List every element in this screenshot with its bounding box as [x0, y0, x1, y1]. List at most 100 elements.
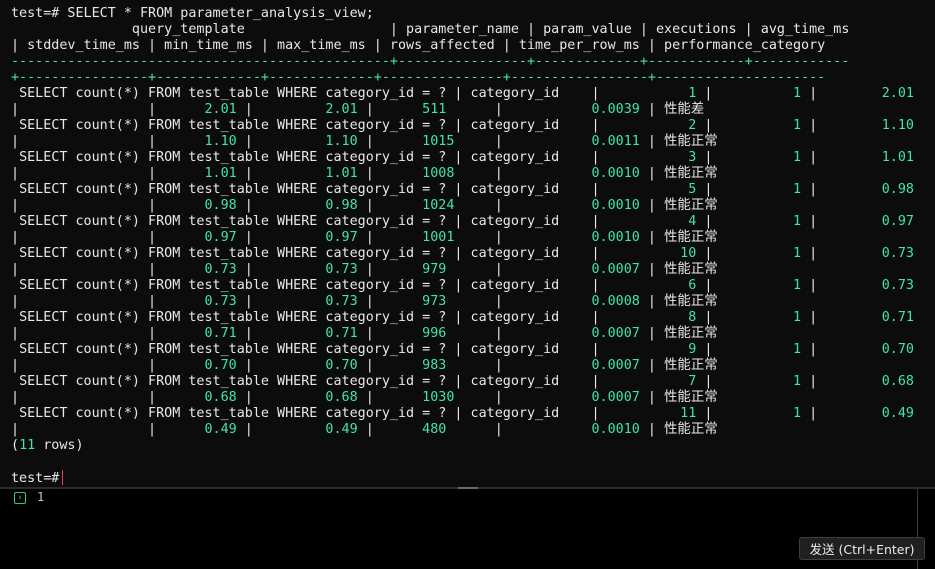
max-time-cell: 0.71: [325, 326, 358, 341]
header-divider-2: +----------------+-------------+--------…: [11, 70, 826, 85]
param-value-cell: 10: [680, 246, 697, 261]
time-per-row-cell: 0.0011: [591, 134, 640, 149]
max-time-cell: 0.70: [325, 358, 358, 373]
header-divider-1: ----------------------------------------…: [11, 54, 850, 69]
min-time-cell: 0.73: [204, 262, 237, 277]
table-row: SELECT count(*) FROM test_table WHERE ca…: [19, 182, 914, 197]
time-per-row-cell: 0.0010: [591, 230, 640, 245]
query-template-cell: SELECT count(*) FROM test_table WHERE ca…: [19, 150, 447, 165]
avg-time-cell: 0.73: [881, 246, 914, 261]
table-row-continuation: | | 0.68 | 0.68 | 1030 | 0.0007 | 性能正常: [11, 390, 718, 405]
max-time-cell: 0.73: [325, 294, 358, 309]
time-per-row-cell: 0.0010: [591, 166, 640, 181]
executions-cell: 1: [793, 214, 802, 229]
max-time-cell: 0.68: [325, 390, 358, 405]
chevron-right-icon: ›: [14, 492, 26, 504]
param-value-cell: 11: [680, 406, 697, 421]
avg-time-cell: 0.68: [881, 374, 914, 389]
rows-affected-cell: 996: [422, 326, 447, 341]
performance-category-cell: 性能正常: [664, 262, 718, 277]
prompt-line[interactable]: test=#: [11, 470, 64, 486]
prompt-text: test=#: [11, 471, 60, 486]
parameter-name-cell: category_id: [470, 118, 560, 133]
max-time-cell: 0.97: [325, 230, 358, 245]
query-template-cell: SELECT count(*) FROM test_table WHERE ca…: [19, 118, 447, 133]
max-time-cell: 1.01: [325, 166, 358, 181]
time-per-row-cell: 0.0007: [591, 390, 640, 405]
executions-cell: 1: [793, 278, 802, 293]
parameter-name-cell: category_id: [470, 278, 560, 293]
min-time-cell: 0.68: [204, 390, 237, 405]
avg-time-cell: 0.97: [881, 214, 914, 229]
table-row-continuation: | | 0.73 | 0.73 | 973 | 0.0008 | 性能正常: [11, 294, 718, 309]
min-time-cell: 0.70: [204, 358, 237, 373]
table-row-continuation: | | 1.01 | 1.01 | 1008 | 0.0010 | 性能正常: [11, 166, 718, 181]
performance-category-cell: 性能正常: [664, 198, 718, 213]
terminal-output[interactable]: test=# SELECT * FROM parameter_analysis_…: [0, 0, 935, 487]
avg-time-cell: 1.01: [881, 150, 914, 165]
min-time-cell: 0.73: [204, 294, 237, 309]
table-row-continuation: | | 0.73 | 0.73 | 979 | 0.0007 | 性能正常: [11, 262, 718, 277]
min-time-cell: 0.97: [204, 230, 237, 245]
query-template-cell: SELECT count(*) FROM test_table WHERE ca…: [19, 182, 447, 197]
table-row: SELECT count(*) FROM test_table WHERE ca…: [19, 342, 914, 357]
executions-cell: 1: [793, 150, 802, 165]
row-count: (11 rows): [11, 438, 84, 453]
time-per-row-cell: 0.0010: [591, 198, 640, 213]
query-template-cell: SELECT count(*) FROM test_table WHERE ca…: [19, 214, 447, 229]
query-template-cell: SELECT count(*) FROM test_table WHERE ca…: [19, 278, 447, 293]
parameter-name-cell: category_id: [470, 342, 560, 357]
parameter-name-cell: category_id: [470, 406, 560, 421]
parameter-name-cell: category_id: [470, 150, 560, 165]
editor-line-number: 1: [37, 490, 45, 504]
rows-affected-cell: 979: [422, 262, 447, 277]
table-row: SELECT count(*) FROM test_table WHERE ca…: [19, 374, 914, 389]
performance-category-cell: 性能正常: [664, 230, 718, 245]
avg-time-cell: 2.01: [881, 86, 914, 101]
rows-affected-cell: 1008: [422, 166, 455, 181]
query-template-cell: SELECT count(*) FROM test_table WHERE ca…: [19, 86, 447, 101]
performance-category-cell: 性能正常: [664, 422, 718, 437]
parameter-name-cell: category_id: [470, 374, 560, 389]
executions-cell: 1: [793, 374, 802, 389]
min-time-cell: 0.71: [204, 326, 237, 341]
executions-cell: 1: [793, 182, 802, 197]
table-row-continuation: | | 0.98 | 0.98 | 1024 | 0.0010 | 性能正常: [11, 198, 718, 213]
result-header-line-2: | stddev_time_ms | min_time_ms | max_tim…: [11, 38, 826, 53]
avg-time-cell: 0.71: [881, 310, 914, 325]
table-row-continuation: | | 0.49 | 0.49 | 480 | 0.0010 | 性能正常: [11, 422, 718, 437]
avg-time-cell: 0.49: [881, 406, 914, 421]
text-cursor: [62, 470, 64, 485]
table-row: SELECT count(*) FROM test_table WHERE ca…: [19, 118, 914, 133]
executions-cell: 1: [793, 406, 802, 421]
performance-category-cell: 性能差: [664, 102, 705, 117]
result-header-line-1: query_template | parameter_name | param_…: [11, 22, 850, 37]
parameter-name-cell: category_id: [470, 310, 560, 325]
query-template-cell: SELECT count(*) FROM test_table WHERE ca…: [19, 310, 447, 325]
max-time-cell: 2.01: [325, 102, 358, 117]
avg-time-cell: 1.10: [881, 118, 914, 133]
min-time-cell: 1.01: [204, 166, 237, 181]
table-row-continuation: | | 0.97 | 0.97 | 1001 | 0.0010 | 性能正常: [11, 230, 718, 245]
rows-affected-cell: 1024: [422, 198, 455, 213]
min-time-cell: 1.10: [204, 134, 237, 149]
avg-time-cell: 0.70: [881, 342, 914, 357]
executions-cell: 1: [793, 246, 802, 261]
parameter-name-cell: category_id: [470, 86, 560, 101]
time-per-row-cell: 0.0007: [591, 358, 640, 373]
table-row: SELECT count(*) FROM test_table WHERE ca…: [19, 310, 914, 325]
table-row-continuation: | | 0.71 | 0.71 | 996 | 0.0007 | 性能正常: [11, 326, 718, 341]
time-per-row-cell: 0.0007: [591, 262, 640, 277]
performance-category-cell: 性能正常: [664, 294, 718, 309]
time-per-row-cell: 0.0010: [591, 422, 640, 437]
send-button[interactable]: 发送 (Ctrl+Enter): [799, 537, 925, 560]
executions-cell: 1: [793, 342, 802, 357]
table-row: SELECT count(*) FROM test_table WHERE ca…: [19, 278, 914, 293]
table-row: SELECT count(*) FROM test_table WHERE ca…: [19, 246, 914, 261]
min-time-cell: 0.98: [204, 198, 237, 213]
table-row: SELECT count(*) FROM test_table WHERE ca…: [19, 150, 914, 165]
query-editor[interactable]: [0, 489, 935, 569]
avg-time-cell: 0.98: [881, 182, 914, 197]
rows-affected-cell: 973: [422, 294, 447, 309]
max-time-cell: 1.10: [325, 134, 358, 149]
